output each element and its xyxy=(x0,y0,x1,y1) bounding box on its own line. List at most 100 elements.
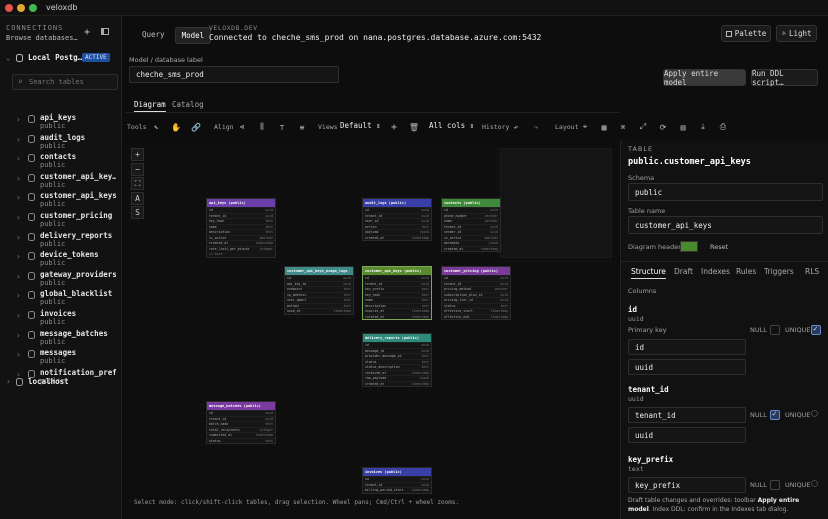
align-left-icon[interactable]: ⫷ xyxy=(236,121,248,133)
connection-row[interactable]: ⌄ Local Postg… ACTIVE xyxy=(0,50,122,66)
diagram-table-node[interactable]: contacts (public) id uuid phone_number varch… xyxy=(441,198,501,252)
zoom-in-button[interactable]: + xyxy=(131,148,144,161)
panel-tab-triggers[interactable]: Triggers xyxy=(764,267,794,276)
diagram-header-color-swatch[interactable] xyxy=(680,241,698,252)
diagram-table-node[interactable]: customer_api_keys_usage_logs id uuid api_ke… xyxy=(284,266,354,315)
sidebar-table-item[interactable]: › device_tokens public xyxy=(14,250,118,269)
columns-select[interactable]: All cols ⇕ xyxy=(429,121,474,130)
auto-layout-button[interactable]: A xyxy=(131,191,144,205)
panel-tab-rules[interactable]: Rules xyxy=(736,267,756,276)
column-name-input[interactable]: tenant_id xyxy=(628,407,746,423)
delete-view-icon[interactable]: 🗑 xyxy=(408,121,420,133)
add-connection-icon[interactable]: + xyxy=(84,27,90,38)
unique-checkbox[interactable] xyxy=(811,410,818,417)
toggle-sidebar-icon[interactable] xyxy=(101,28,109,35)
panel-tab-draft[interactable]: Draft xyxy=(674,267,693,276)
schema-input[interactable]: public xyxy=(628,183,823,201)
diagram-table-node[interactable]: invoices (public) id uuid tenant_id uuid bill… xyxy=(362,467,432,494)
diagram-table-column: status_description text xyxy=(363,364,431,370)
close-window-icon[interactable] xyxy=(5,4,13,12)
column-type: uuid xyxy=(628,315,644,323)
apply-entire-model-button[interactable]: Apply entire model xyxy=(663,69,746,87)
layout-grid-icon[interactable]: ▦ xyxy=(598,121,610,133)
fit-view-button[interactable]: ⛶ xyxy=(131,177,144,190)
column-type: boolean xyxy=(259,235,273,240)
reset-header-button[interactable]: Reset xyxy=(710,243,728,251)
sidebar-table-item[interactable]: › customer_pricing public xyxy=(14,211,118,230)
diagram-table-node[interactable]: customer_pricing (public) id uuid tenant_id… xyxy=(441,266,511,320)
run-ddl-button[interactable]: Run DDL script… xyxy=(751,69,818,87)
localhost-row[interactable]: › localhost xyxy=(0,375,122,389)
table-name: contacts xyxy=(40,152,77,162)
zoom-out-button[interactable]: − xyxy=(131,162,144,176)
export-icon[interactable]: ⎙ xyxy=(717,121,729,133)
minimap[interactable] xyxy=(500,148,612,258)
search-tables-box[interactable]: ⌕ xyxy=(12,74,118,90)
chevron-right-icon: › xyxy=(16,173,21,183)
browse-databases-link[interactable]: Browse databases… xyxy=(6,34,78,42)
layout-auto-icon[interactable]: ⌖ xyxy=(579,121,591,133)
sidebar-table-item[interactable]: › audit_logs public xyxy=(14,133,118,152)
column-type-input[interactable]: uuid xyxy=(628,427,746,443)
palette-button[interactable]: Palette xyxy=(721,25,771,42)
distribute-icon[interactable]: ≡ xyxy=(296,121,308,133)
undo-icon[interactable]: ↶ xyxy=(510,121,522,133)
column-name-input[interactable]: id xyxy=(628,339,746,355)
column-type: uuid xyxy=(500,281,508,286)
sidebar-table-item[interactable]: › global_blacklist public xyxy=(14,289,118,308)
panel-tab-structure[interactable]: Structure xyxy=(631,267,666,279)
unique-checkbox[interactable] xyxy=(811,480,818,487)
null-checkbox[interactable] xyxy=(770,325,780,335)
pan-hand-icon[interactable]: ✋ xyxy=(170,121,182,133)
unique-checkbox[interactable]: ✓ xyxy=(811,324,821,335)
tab-query[interactable]: Query xyxy=(136,27,171,44)
tab-model[interactable]: Model xyxy=(174,27,212,44)
link-icon[interactable]: 🔗 xyxy=(190,121,202,133)
panel-tab-rls[interactable]: RLS xyxy=(805,267,819,276)
sidebar-table-item[interactable]: › customer_api_key… public xyxy=(14,172,118,191)
diagram-table-node[interactable]: delivery_reports (public) id uuid message_i… xyxy=(362,333,432,387)
sidebar-table-item[interactable]: › message_batches public xyxy=(14,329,118,348)
sidebar: CONNECTIONS Browse databases… + ⌄ Local … xyxy=(0,16,122,519)
model-label-input[interactable]: cheche_sms_prod xyxy=(129,66,339,83)
diagram-table-node[interactable]: message_batches (public) id uuid tenant_id u… xyxy=(206,401,276,444)
layout-expand-icon[interactable]: ⤢ xyxy=(637,121,649,133)
snap-button[interactable]: S xyxy=(131,206,144,219)
layout-tree-icon[interactable]: ⌘ xyxy=(617,121,629,133)
align-top-icon[interactable]: ⊤ xyxy=(276,121,288,133)
sidebar-table-item[interactable]: › api_keys public xyxy=(14,113,118,132)
light-theme-button[interactable]: ☼ Light xyxy=(776,25,817,42)
diagram-table-node[interactable]: audit_logs (public) id uuid tenant_id uuid us… xyxy=(362,198,432,241)
views-select[interactable]: Default ⇕ xyxy=(340,121,381,130)
select-cursor-icon[interactable]: ⬉ xyxy=(150,121,162,133)
sidebar-table-item[interactable]: › contacts public xyxy=(14,152,118,171)
tab-catalog[interactable]: Catalog xyxy=(172,100,204,109)
null-checkbox[interactable]: ✓ xyxy=(770,409,780,420)
refresh-icon[interactable]: ⟳ xyxy=(657,121,669,133)
sidebar-table-item[interactable]: › gateway_providers public xyxy=(14,270,118,289)
column-name: key_prefix xyxy=(365,287,385,291)
tab-diagram[interactable]: Diagram xyxy=(134,100,166,112)
panel-tab-indexes[interactable]: Indexes xyxy=(701,267,730,276)
column-type: uuid xyxy=(421,343,429,347)
column-name: key_prefix xyxy=(628,455,674,464)
minimize-window-icon[interactable] xyxy=(17,4,25,12)
table-schema: public xyxy=(40,337,66,346)
null-checkbox[interactable] xyxy=(770,480,780,490)
diagram-table-node[interactable]: api_keys (public) id uuid tenant_id uuid key_… xyxy=(206,198,276,258)
sidebar-table-item[interactable]: › customer_api_keys public xyxy=(14,191,118,210)
align-center-icon[interactable]: ⫼ xyxy=(256,121,268,133)
sidebar-table-item[interactable]: › delivery_reports public xyxy=(14,231,118,250)
redo-icon[interactable]: ↷ xyxy=(530,121,542,133)
fit-table-icon[interactable]: ▤ xyxy=(677,121,689,133)
maximize-window-icon[interactable] xyxy=(29,4,37,12)
download-icon[interactable]: ⤓ xyxy=(697,121,709,133)
sidebar-table-item[interactable]: › invoices public xyxy=(14,309,118,328)
add-view-icon[interactable]: + xyxy=(388,121,400,133)
column-name-input[interactable]: key_prefix xyxy=(628,477,746,493)
sidebar-table-item[interactable]: › messages public xyxy=(14,348,118,367)
table-name-input[interactable]: customer_api_keys xyxy=(628,216,823,234)
column-type-input[interactable]: uuid xyxy=(628,359,746,375)
search-input[interactable] xyxy=(29,77,115,87)
diagram-table-node[interactable]: customer_api_keys (public) id uuid tenant_i… xyxy=(362,266,432,320)
